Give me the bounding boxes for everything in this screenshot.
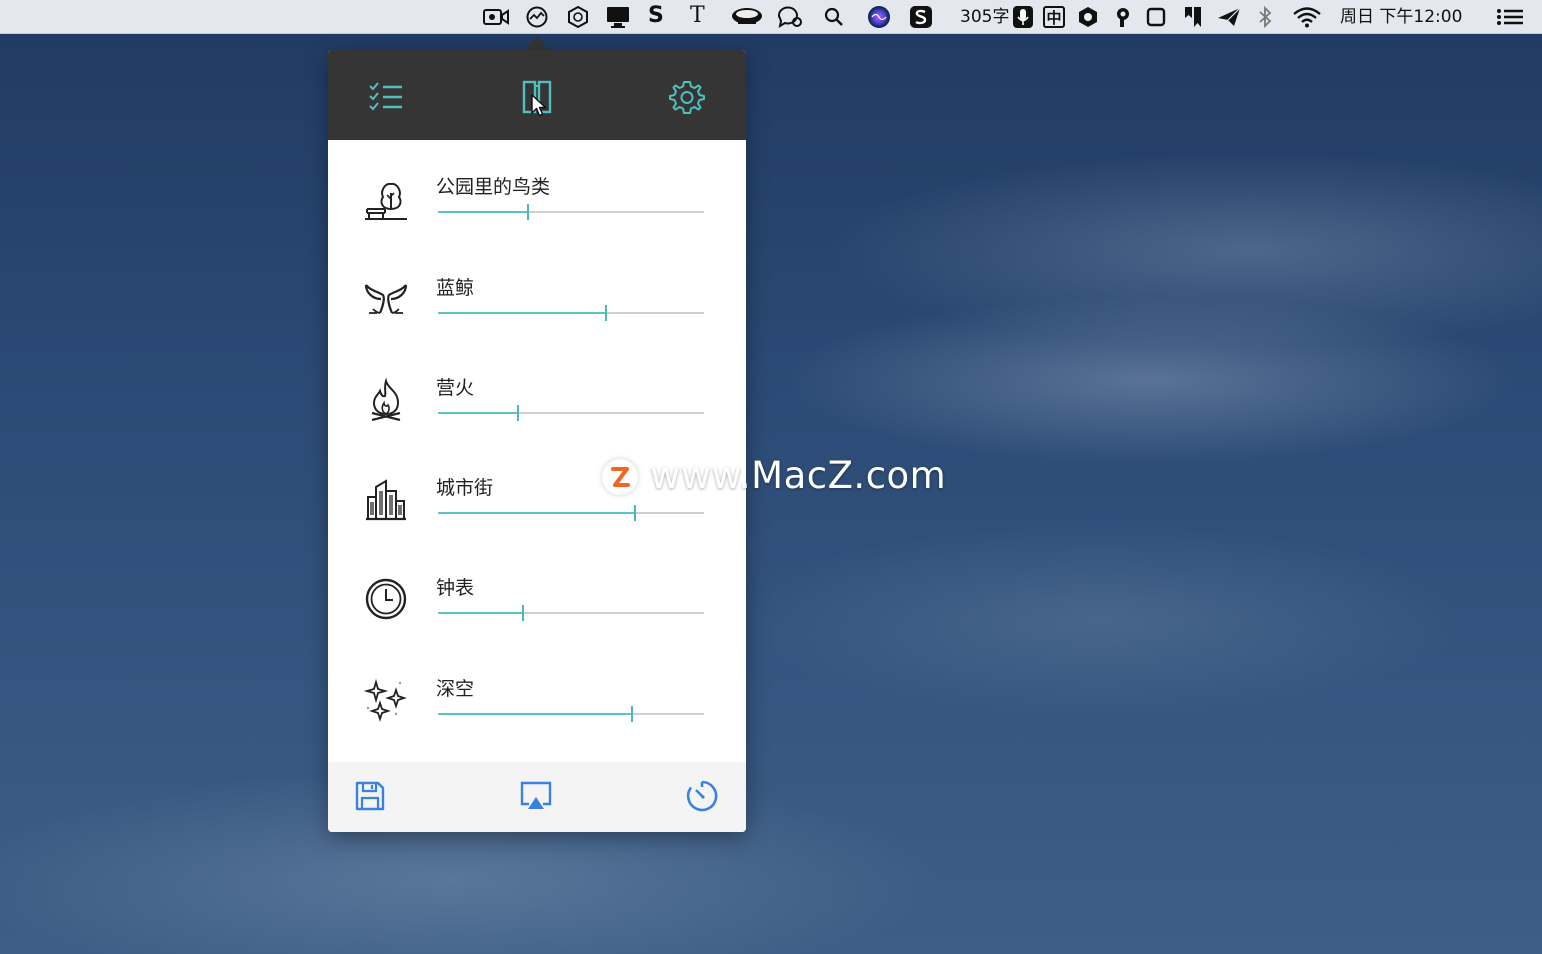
coffee-cup-icon[interactable] (729, 5, 765, 29)
slider-thumb[interactable] (522, 605, 524, 621)
cube-icon[interactable] (565, 5, 591, 29)
watermark-text: www.MacZ.com (650, 454, 947, 497)
volume-slider[interactable] (438, 505, 704, 521)
spotlight-search-icon[interactable] (821, 5, 847, 29)
slider-fill (438, 612, 523, 614)
popover-arrow (525, 36, 549, 50)
notification-center-icon[interactable] (1495, 5, 1525, 29)
siri-icon[interactable] (866, 5, 892, 29)
input-method-label: 中 (1043, 6, 1065, 28)
sparkles-icon (362, 676, 410, 724)
sound-label: 城市街 (436, 477, 494, 499)
slider-thumb[interactable] (634, 505, 636, 521)
settings-gear-icon (669, 79, 705, 119)
t-app-icon[interactable]: T (690, 4, 712, 28)
watermark-logo (602, 459, 638, 495)
clock-icon (362, 575, 410, 623)
slider-thumb[interactable] (605, 305, 607, 321)
sound-row-whale: 蓝鲸 (328, 251, 746, 351)
mouse-cursor-icon (531, 94, 549, 122)
sound-label: 公园里的鸟类 (436, 176, 551, 198)
popover-footer (328, 762, 746, 832)
slider-fill (438, 211, 528, 213)
checklist-tab[interactable] (366, 79, 406, 119)
p-icon[interactable] (1112, 5, 1134, 29)
slider-thumb[interactable] (517, 405, 519, 421)
s-app-icon[interactable]: S (648, 4, 670, 28)
display-icon[interactable] (603, 5, 633, 29)
volume-slider[interactable] (438, 405, 704, 421)
bluetooth-icon[interactable] (1255, 5, 1275, 29)
airplay-icon (519, 780, 553, 816)
activity-monitor-icon[interactable] (524, 5, 550, 29)
park-tree-icon (362, 174, 410, 222)
volume-slider[interactable] (438, 706, 704, 722)
paper-plane-icon[interactable] (1215, 5, 1243, 29)
sogou-icon[interactable] (908, 5, 934, 29)
sound-label: 营火 (436, 377, 475, 399)
slider-thumb[interactable] (527, 204, 529, 220)
sound-row-deep-space: 深空 (328, 652, 746, 752)
hexagon-icon[interactable] (1077, 5, 1099, 29)
save-button[interactable] (350, 778, 390, 818)
screen-record-icon[interactable] (481, 5, 511, 29)
wifi-icon[interactable] (1291, 5, 1323, 29)
square-icon[interactable] (1145, 5, 1167, 29)
sound-label: 蓝鲸 (436, 277, 475, 299)
slider-thumb[interactable] (631, 706, 633, 722)
timer-icon (685, 779, 719, 817)
sound-label: 钟表 (436, 577, 475, 599)
slider-fill (438, 512, 635, 514)
volume-slider[interactable] (438, 605, 704, 621)
sound-row-birds: 公园里的鸟类 (328, 150, 746, 250)
sound-row-campfire: 营火 (328, 351, 746, 451)
sound-mixer-popover: 公园里的鸟类 蓝鲸 营火 城市街 钟表 深空 (328, 50, 746, 832)
volume-slider[interactable] (438, 204, 704, 220)
save-icon (354, 780, 386, 816)
clock-datetime[interactable]: 周日 下午12:00 (1340, 6, 1462, 28)
whale-tail-icon (362, 275, 410, 323)
bookmark-icon[interactable] (1182, 5, 1204, 29)
checklist-icon (368, 81, 404, 117)
campfire-icon (362, 375, 410, 423)
slider-fill (438, 713, 632, 715)
city-buildings-icon (362, 475, 410, 523)
timer-button[interactable] (682, 778, 722, 818)
slider-fill (438, 312, 606, 314)
slider-fill (438, 412, 518, 414)
sound-row-clock: 钟表 (328, 551, 746, 651)
input-method-icon[interactable]: 中 (1042, 5, 1066, 29)
microphone-icon[interactable] (1011, 5, 1035, 29)
menu-bar: S T 305字 中 周日 下午12:00 (0, 0, 1542, 34)
settings-tab[interactable] (667, 79, 707, 119)
sound-label: 深空 (436, 678, 475, 700)
airplay-button[interactable] (516, 778, 556, 818)
chat-bubbles-icon[interactable] (774, 5, 804, 29)
word-count-label[interactable]: 305字 (960, 6, 1009, 28)
volume-slider[interactable] (438, 305, 704, 321)
